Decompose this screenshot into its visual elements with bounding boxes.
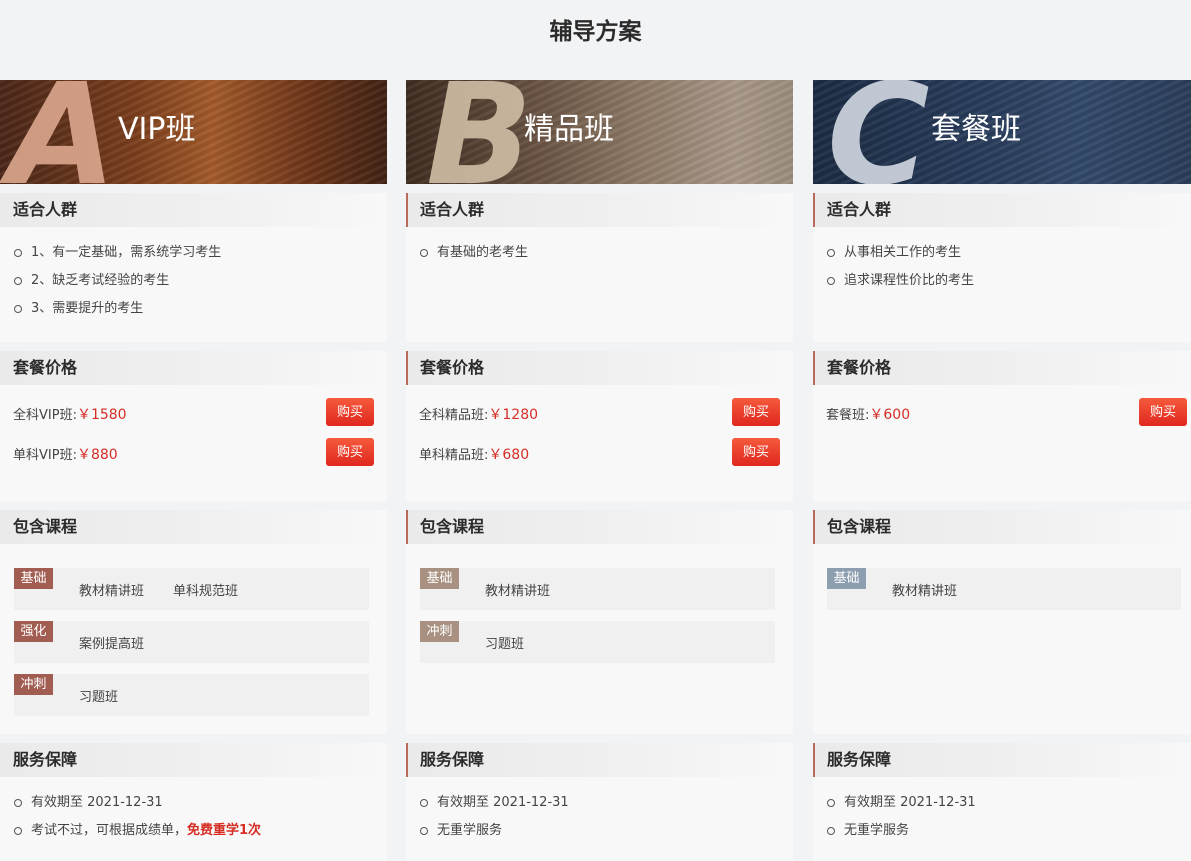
- plan-letter: B: [426, 80, 533, 184]
- plan-letter: A: [8, 80, 117, 184]
- course-stage-tag: 强化: [14, 621, 53, 642]
- crowd-panel: 适合人群 从事相关工作的考生 追求课程性价比的考生: [813, 193, 1191, 342]
- list-item: 无重学服务: [827, 817, 1191, 845]
- course-item[interactable]: 教材精讲班: [892, 580, 957, 599]
- plan-card-vip: A VIP班 适合人群 1、有一定基础，需系统学习考生 2、缺乏考试经验的考生 …: [0, 80, 387, 861]
- price-row: 全科VIP班:￥1580 购买: [13, 398, 374, 426]
- plan-banner: C 套餐班: [813, 80, 1191, 184]
- list-item: 有效期至 2021-12-31: [420, 789, 793, 817]
- list-item: 3、需要提升的考生: [14, 295, 387, 323]
- list-item: 2、缺乏考试经验的考生: [14, 267, 387, 295]
- plan-card-package: C 套餐班 适合人群 从事相关工作的考生 追求课程性价比的考生 套餐价格 套餐班…: [813, 80, 1191, 861]
- course-stage-tag: 基础: [14, 568, 53, 589]
- price-label: 单科VIP班:: [13, 448, 77, 463]
- section-title: 包含课程: [813, 510, 1191, 544]
- list-item: 无重学服务: [420, 817, 793, 845]
- courses-panel: 包含课程 基础 教材精讲班: [813, 510, 1191, 734]
- price-amount: ￥1280: [488, 407, 539, 423]
- plan-name: 套餐班: [931, 112, 1021, 147]
- plan-name: VIP班: [118, 112, 196, 147]
- service-panel: 服务保障 有效期至 2021-12-31 无重学服务: [406, 743, 793, 861]
- list-item: 有效期至 2021-12-31: [827, 789, 1191, 817]
- course-stage-tag: 冲刺: [420, 621, 459, 642]
- section-title: 适合人群: [0, 193, 387, 227]
- service-panel: 服务保障 有效期至 2021-12-31 考试不过，可根据成绩单，免费重学1次: [0, 743, 387, 861]
- course-row: 冲刺 习题班: [14, 674, 369, 716]
- price-amount: ￥880: [76, 447, 118, 463]
- buy-button[interactable]: 购买: [326, 438, 374, 466]
- price-amount: ￥680: [488, 447, 530, 463]
- plan-banner: A VIP班: [0, 80, 387, 184]
- price-row: 单科VIP班:￥880 购买: [13, 438, 374, 466]
- buy-button[interactable]: 购买: [1139, 398, 1187, 426]
- course-row: 基础 教材精讲班 单科规范班: [14, 568, 369, 610]
- course-item[interactable]: 习题班: [79, 686, 118, 705]
- section-title: 服务保障: [813, 743, 1191, 777]
- course-row: 基础 教材精讲班: [420, 568, 775, 610]
- price-amount: ￥600: [869, 407, 911, 423]
- section-title: 包含课程: [406, 510, 793, 544]
- list-item: 有基础的老考生: [420, 239, 793, 267]
- price-panel: 套餐价格 全科精品班:￥1280 购买 单科精品班:￥680 购买: [406, 351, 793, 501]
- course-stage-tag: 基础: [827, 568, 866, 589]
- section-title: 服务保障: [406, 743, 793, 777]
- section-title: 包含课程: [0, 510, 387, 544]
- section-title: 套餐价格: [406, 351, 793, 385]
- course-row: 基础 教材精讲班: [827, 568, 1181, 610]
- service-note: 考试不过，可根据成绩单，: [31, 823, 188, 838]
- list-item: 有效期至 2021-12-31: [14, 789, 387, 817]
- crowd-panel: 适合人群 1、有一定基础，需系统学习考生 2、缺乏考试经验的考生 3、需要提升的…: [0, 193, 387, 342]
- courses-panel: 包含课程 基础 教材精讲班 冲刺 习题班: [406, 510, 793, 734]
- course-item[interactable]: 教材精讲班: [485, 580, 550, 599]
- list-item: 追求课程性价比的考生: [827, 267, 1191, 295]
- price-label: 全科VIP班:: [13, 408, 77, 423]
- section-title: 套餐价格: [0, 351, 387, 385]
- plan-banner: B 精品班: [406, 80, 793, 184]
- price-amount: ￥1580: [76, 407, 127, 423]
- courses-panel: 包含课程 基础 教材精讲班 单科规范班 强化 案例提高班 冲刺 习题班: [0, 510, 387, 734]
- course-row: 强化 案例提高班: [14, 621, 369, 663]
- course-item[interactable]: 习题班: [485, 633, 524, 652]
- page-title: 辅导方案: [549, 19, 642, 45]
- price-label: 套餐班:: [826, 408, 870, 423]
- plan-card-premium: B 精品班 适合人群 有基础的老考生 套餐价格 全科精品班:￥1280 购买 单…: [406, 80, 793, 861]
- list-item: 1、有一定基础，需系统学习考生: [14, 239, 387, 267]
- section-title: 适合人群: [406, 193, 793, 227]
- service-panel: 服务保障 有效期至 2021-12-31 无重学服务: [813, 743, 1191, 861]
- course-stage-tag: 基础: [420, 568, 459, 589]
- list-item: 考试不过，可根据成绩单，免费重学1次: [14, 817, 387, 845]
- plan-letter: C: [827, 80, 930, 184]
- price-row: 单科精品班:￥680 购买: [419, 438, 780, 466]
- section-title: 适合人群: [813, 193, 1191, 227]
- list-item: 从事相关工作的考生: [827, 239, 1191, 267]
- course-row: 冲刺 习题班: [420, 621, 775, 663]
- course-item[interactable]: 教材精讲班: [79, 580, 144, 599]
- price-label: 单科精品班:: [419, 448, 489, 463]
- free-redo-highlight: 免费重学1次: [187, 823, 262, 838]
- price-panel: 套餐价格 全科VIP班:￥1580 购买 单科VIP班:￥880 购买: [0, 351, 387, 501]
- price-row: 套餐班:￥600 购买: [826, 398, 1187, 426]
- course-item[interactable]: 单科规范班: [173, 580, 238, 599]
- buy-button[interactable]: 购买: [732, 438, 780, 466]
- price-panel: 套餐价格 套餐班:￥600 购买: [813, 351, 1191, 501]
- price-row: 全科精品班:￥1280 购买: [419, 398, 780, 426]
- course-stage-tag: 冲刺: [14, 674, 53, 695]
- buy-button[interactable]: 购买: [326, 398, 374, 426]
- course-item[interactable]: 案例提高班: [79, 633, 144, 652]
- crowd-panel: 适合人群 有基础的老考生: [406, 193, 793, 342]
- buy-button[interactable]: 购买: [732, 398, 780, 426]
- price-label: 全科精品班:: [419, 408, 489, 423]
- section-title: 套餐价格: [813, 351, 1191, 385]
- section-title: 服务保障: [0, 743, 387, 777]
- plan-name: 精品班: [524, 112, 614, 147]
